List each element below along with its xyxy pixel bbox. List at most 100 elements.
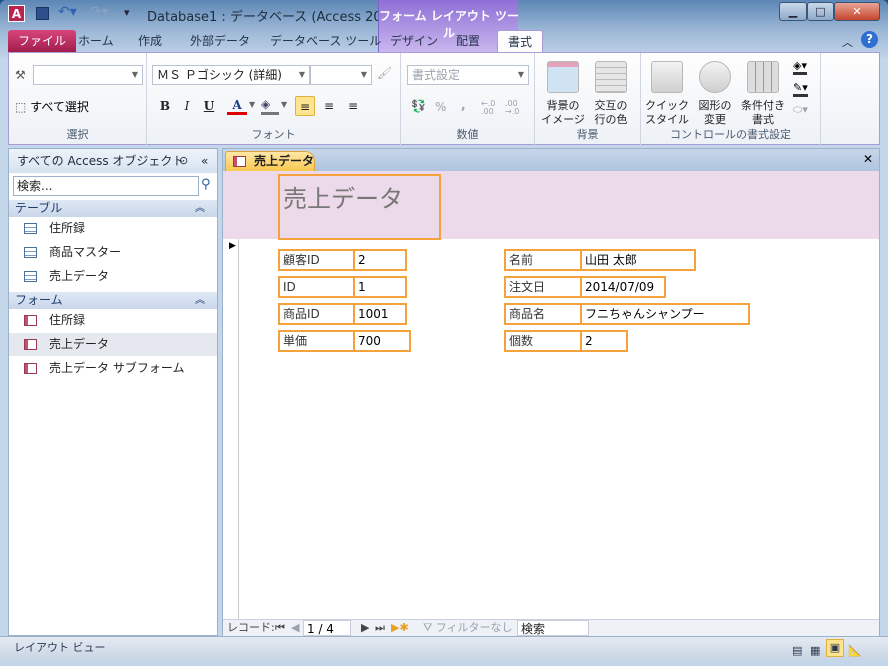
design-view-icon[interactable]: 📐: [848, 640, 862, 662]
align-left-button[interactable]: ≡: [295, 96, 315, 116]
tab-format[interactable]: 書式: [497, 30, 543, 52]
tab-database-tools[interactable]: データベース ツール: [260, 30, 391, 52]
field-value[interactable]: 700: [353, 330, 411, 352]
field-value[interactable]: フニちゃんシャンプー: [580, 303, 750, 325]
nav-collapse-icon[interactable]: «: [201, 149, 208, 173]
field-value[interactable]: 2014/07/09: [580, 276, 666, 298]
nav-item-table[interactable]: 商品マスター: [9, 241, 217, 264]
nav-section-tables[interactable]: テーブル ︽: [9, 200, 217, 217]
fill-color-dropdown-icon[interactable]: ▼: [281, 100, 287, 109]
group-control-formatting: クイック スタイル 図形の 変更 条件付き 書式 ◈▾ ✎▾ ⬭▾ コントロール…: [641, 53, 821, 145]
italic-button[interactable]: I: [177, 96, 197, 116]
select-all-button[interactable]: ⬚ すべて選択: [15, 98, 89, 115]
tab-file[interactable]: ファイル: [8, 30, 77, 52]
field-value[interactable]: 山田 太郎: [580, 249, 696, 271]
minimize-button[interactable]: ▁: [779, 2, 807, 21]
new-record-icon[interactable]: ▶✱: [391, 620, 409, 636]
filter-button[interactable]: ⛛ フィルターなし: [423, 620, 513, 636]
form-view-icon[interactable]: ▤: [792, 640, 802, 662]
nav-section-forms[interactable]: フォーム ︽: [9, 292, 217, 309]
quick-style-button[interactable]: クイック スタイル: [645, 61, 689, 127]
nav-menu-icon[interactable]: ⊙: [179, 149, 188, 173]
font-name-combo[interactable]: ＭＳ Ｐゴシック (詳細) ▼: [152, 65, 310, 85]
next-record-icon[interactable]: ▶: [361, 620, 369, 636]
field-value[interactable]: 1: [353, 276, 407, 298]
nav-search-input[interactable]: 検索...: [13, 176, 199, 196]
close-document-icon[interactable]: ✕: [863, 152, 873, 166]
percent-button[interactable]: %: [435, 100, 446, 114]
nav-item-table[interactable]: 住所録: [9, 217, 217, 240]
field-label[interactable]: 顧客ID: [278, 249, 355, 271]
background-image-button[interactable]: 背景の イメージ: [541, 61, 585, 127]
shape-effects-icon[interactable]: ⬭▾: [793, 103, 808, 117]
format-combo[interactable]: 書式設定 ▼: [407, 65, 529, 85]
record-position-input[interactable]: 1 / 4: [303, 620, 351, 636]
field-value[interactable]: 1001: [353, 303, 407, 325]
field-label[interactable]: 単価: [278, 330, 355, 352]
form-icon: [24, 315, 37, 326]
tab-external-data[interactable]: 外部データ: [180, 30, 260, 52]
align-center-button[interactable]: ≡: [319, 96, 339, 116]
nav-item-table[interactable]: 売上データ: [9, 265, 217, 288]
help-icon[interactable]: ?: [861, 31, 878, 48]
font-size-combo[interactable]: ▼: [310, 65, 372, 85]
alternate-row-color-button[interactable]: 交互の 行の色: [589, 61, 633, 127]
underline-button[interactable]: U: [199, 96, 219, 116]
image-icon: [547, 61, 579, 93]
layout-view-icon[interactable]: ▣: [826, 639, 844, 657]
decrease-decimal-button[interactable]: .00 →.0: [505, 100, 525, 116]
maximize-button[interactable]: □: [807, 2, 834, 21]
first-record-icon[interactable]: ⏮: [275, 620, 285, 636]
comma-button[interactable]: ,: [461, 98, 466, 112]
field-label[interactable]: 商品名: [504, 303, 582, 325]
field-label[interactable]: 名前: [504, 249, 582, 271]
field-value[interactable]: 2: [580, 330, 628, 352]
field-label[interactable]: 商品ID: [278, 303, 355, 325]
tab-home[interactable]: ホーム: [68, 30, 124, 52]
nav-header[interactable]: すべての Access オブジェクト ⊙ «: [9, 149, 217, 173]
document-tab[interactable]: 売上データ: [225, 151, 315, 171]
record-search-input[interactable]: 検索: [517, 620, 589, 636]
tab-create[interactable]: 作成: [128, 30, 172, 52]
collapse-section-icon[interactable]: ︽: [195, 292, 205, 309]
shape-icon: [699, 61, 731, 93]
conditional-format-button[interactable]: 条件付き 書式: [741, 61, 785, 127]
fill-color-icon[interactable]: ◈: [261, 97, 279, 115]
align-right-button[interactable]: ≡: [343, 96, 363, 116]
redo-icon[interactable]: ↷▾: [90, 4, 109, 20]
record-selector[interactable]: ▶: [223, 239, 239, 619]
tab-design[interactable]: デザイン: [380, 30, 448, 52]
field-label[interactable]: 注文日: [504, 276, 582, 298]
field-value[interactable]: 2: [353, 249, 407, 271]
nav-item-form[interactable]: 住所録: [9, 309, 217, 332]
last-record-icon[interactable]: ⏭: [375, 620, 385, 636]
nav-item-form[interactable]: 売上データ サブフォーム: [9, 357, 217, 380]
change-shape-button[interactable]: 図形の 変更: [693, 61, 737, 127]
nav-item-form[interactable]: 売上データ: [9, 333, 217, 356]
currency-icon[interactable]: 💱: [411, 99, 426, 113]
increase-decimal-button[interactable]: ←.0 .00: [481, 100, 501, 116]
title-bar: A ↶▾ ↷▾ ▾ Database1 : データベース (Access 200…: [0, 0, 888, 52]
shape-fill-icon[interactable]: ◈▾: [793, 59, 807, 75]
object-selector-combo[interactable]: ▼: [33, 65, 143, 85]
datasheet-view-icon[interactable]: ▦: [810, 640, 820, 662]
minimize-ribbon-icon[interactable]: ︿: [842, 34, 853, 50]
close-button[interactable]: ✕: [834, 2, 880, 21]
shape-outline-icon[interactable]: ✎▾: [793, 81, 808, 97]
record-navigation-bar: レコード: ⏮ ◀ 1 / 4 ▶ ⏭ ▶✱ ⛛ フィルターなし 検索: [223, 619, 879, 636]
field-label[interactable]: 個数: [504, 330, 582, 352]
bold-button[interactable]: B: [155, 96, 175, 116]
collapse-section-icon[interactable]: ︽: [195, 200, 205, 217]
format-painter-icon[interactable]: 🖌: [377, 66, 392, 80]
field-label[interactable]: ID: [278, 276, 355, 298]
undo-icon[interactable]: ↶▾: [58, 4, 77, 20]
font-color-dropdown-icon[interactable]: ▼: [249, 100, 255, 109]
font-color-button[interactable]: A: [227, 95, 247, 115]
save-icon[interactable]: [36, 7, 49, 20]
group-selection: ⚒ ▼ ⬚ すべて選択 選択: [9, 53, 147, 145]
previous-record-icon[interactable]: ◀: [291, 620, 299, 636]
tab-arrange[interactable]: 配置: [446, 30, 490, 52]
search-icon[interactable]: ⚲: [201, 177, 211, 192]
form-title[interactable]: 売上データ: [278, 174, 441, 240]
customize-toolbar-icon[interactable]: ▾: [124, 6, 130, 19]
